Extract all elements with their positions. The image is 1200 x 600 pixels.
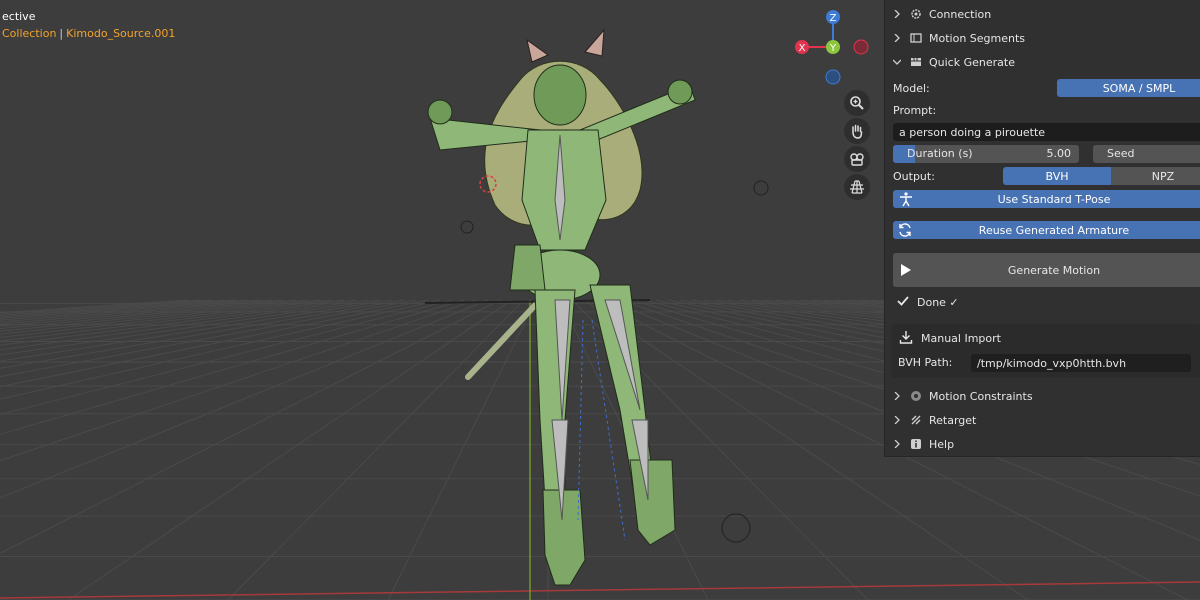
duration-value: 5.00 [1046, 147, 1072, 160]
chevron-right-icon [893, 34, 905, 42]
gizmo-x-label: X [799, 43, 806, 54]
chevron-right-icon [893, 416, 905, 424]
panel-title: Motion Segments [929, 31, 1026, 45]
output-npz-option[interactable]: NPZ [1111, 167, 1200, 185]
breadcrumb-separator: | [59, 27, 64, 40]
plush-toy [509, 244, 546, 291]
chevron-right-icon [893, 10, 905, 18]
view-mode-label: ective [2, 10, 36, 23]
grid-icon[interactable] [844, 174, 870, 200]
viewport-header: ective Collection | Kimodo_Source.001 [2, 8, 175, 42]
panel-title: Retarget [929, 413, 977, 427]
status-text: Done ✓ [917, 296, 959, 309]
bvh-path-input[interactable]: /tmp/kimodo_vxp0htth.bvh [971, 354, 1191, 372]
connection-gear-icon [909, 7, 923, 21]
reuse-armature-button[interactable]: Reuse Generated Armature [893, 221, 1200, 239]
play-icon [900, 263, 912, 280]
collection-breadcrumb: Collection | Kimodo_Source.001 [2, 25, 175, 42]
quick-generate-icon [909, 55, 923, 69]
prompt-input[interactable]: a person doing a pirouette [893, 123, 1200, 141]
status-row: Done ✓ [897, 295, 959, 310]
right-hand [667, 79, 693, 105]
zoom-icon[interactable] [844, 90, 870, 116]
panel-quick-generate[interactable]: Quick Generate [885, 50, 1200, 74]
camera-icon[interactable] [844, 146, 870, 172]
tpose-label: Use Standard T-Pose [997, 192, 1111, 206]
addon-sidebar: Connection Motion Segments Quick Generat… [884, 0, 1200, 457]
panel-motion-segments[interactable]: Motion Segments [885, 26, 1200, 50]
object-name: Kimodo_Source.001 [66, 27, 176, 40]
bvh-path-label: BVH Path: [898, 356, 953, 369]
generate-label: Generate Motion [1007, 263, 1101, 277]
panel-help[interactable]: Help [885, 432, 1200, 456]
panel-motion-constraints[interactable]: Motion Constraints [885, 384, 1200, 408]
download-icon [899, 330, 913, 347]
panel-title: Connection [929, 7, 992, 21]
duration-slider[interactable]: Duration (s) 5.00 [893, 145, 1079, 163]
tpose-figure-icon [898, 191, 914, 210]
manual-import-panel: Manual Import BVH Path: /tmp/kimodo_vxp0… [891, 324, 1200, 378]
output-label: Output: [893, 170, 935, 183]
head [533, 64, 587, 126]
panel-retarget[interactable]: Retarget [885, 408, 1200, 432]
left-hand [427, 99, 453, 125]
model-select[interactable]: SOMA / SMPL [1057, 79, 1200, 97]
duration-label: Duration (s) [907, 147, 973, 160]
output-bvh-option[interactable]: BVH [1003, 167, 1111, 185]
prompt-label: Prompt: [893, 104, 937, 117]
generate-motion-button[interactable]: Generate Motion [893, 253, 1200, 287]
panel-title: Quick Generate [929, 55, 1015, 69]
gizmo-neg-x-axis [853, 39, 869, 55]
gizmo-y-label: Y [829, 43, 837, 54]
chevron-down-icon [893, 58, 905, 66]
use-tpose-button[interactable]: Use Standard T-Pose [893, 190, 1200, 208]
refresh-icon [897, 222, 913, 241]
retarget-icon [909, 413, 923, 427]
panel-title: Motion Constraints [929, 389, 1033, 403]
navigation-gizmo[interactable]: Z X Y [790, 6, 880, 86]
collection-name: Collection [2, 27, 57, 40]
check-icon [897, 295, 909, 310]
manual-import-title: Manual Import [921, 332, 1001, 345]
gizmo-neg-z-axis [825, 69, 841, 85]
seed-field[interactable]: Seed - [1093, 145, 1200, 163]
chevron-right-icon [893, 392, 905, 400]
panel-title: Help [929, 437, 955, 451]
reuse-label: Reuse Generated Armature [978, 223, 1130, 237]
constraints-icon [909, 389, 923, 403]
panel-connection[interactable]: Connection [885, 2, 1200, 26]
info-icon [909, 437, 923, 451]
model-label: Model: [893, 82, 930, 95]
gizmo-z-label: Z [830, 13, 837, 24]
motion-segments-icon [909, 31, 923, 45]
chevron-right-icon [893, 440, 905, 448]
hand-pan-icon[interactable] [844, 118, 870, 144]
manual-import-header[interactable]: Manual Import [899, 330, 1001, 347]
seed-label: Seed [1107, 147, 1135, 160]
